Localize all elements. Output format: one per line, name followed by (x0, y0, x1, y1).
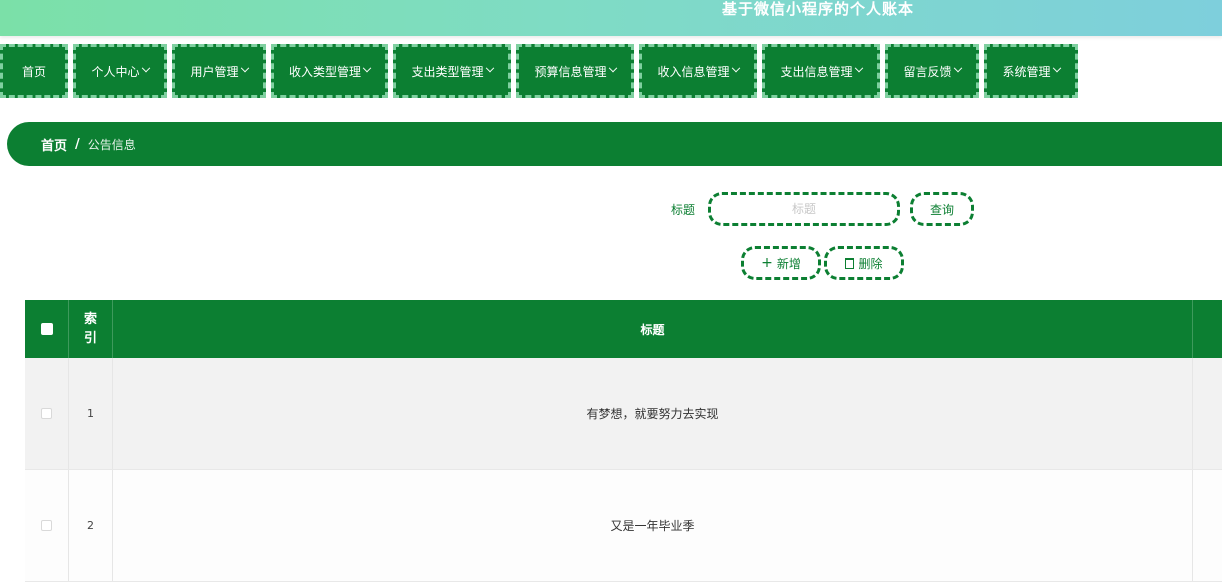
table-header: 索 引 标题 (25, 300, 1222, 358)
nav-item-label: 系统管理 (1002, 64, 1051, 79)
header-index-line1: 索 (83, 312, 97, 327)
table-row[interactable]: 2 又是一年毕业季 (25, 470, 1222, 582)
nav-item-label: 支出类型管理 (411, 64, 484, 79)
header-select-all-cell (25, 300, 69, 358)
nav-item-label: 首页 (21, 64, 46, 79)
breadcrumb: 首页 / 公告信息 (7, 122, 1222, 166)
nav-item-label: 收入类型管理 (288, 64, 361, 79)
announcement-table: 索 引 标题 1 有梦想，就要努力去实现 2 又是一年毕业季 (25, 300, 1222, 582)
delete-button-label: 删除 (858, 256, 883, 271)
nav-item-budget-info[interactable]: 预算信息管理 (516, 44, 634, 98)
nav-item-label: 预算信息管理 (534, 64, 607, 79)
nav-item-label: 个人中心 (91, 64, 140, 79)
header-index: 索 引 (69, 300, 113, 358)
chevron-down-icon (485, 63, 494, 73)
table-row[interactable]: 1 有梦想，就要努力去实现 (25, 358, 1222, 470)
add-button-label: 新增 (776, 256, 801, 271)
search-title-label: 标题 (671, 203, 696, 217)
chevron-down-icon (362, 63, 372, 73)
delete-button[interactable]: 删除 (824, 246, 904, 280)
select-all-checkbox[interactable] (40, 323, 53, 335)
row-check-cell (25, 470, 69, 581)
chevron-down-icon (854, 63, 863, 73)
row-title: 有梦想，就要努力去实现 (113, 358, 1193, 469)
plus-icon: + (761, 255, 773, 271)
header-index-line2: 引 (83, 331, 97, 346)
nav-item-label: 留言反馈 (903, 64, 952, 79)
row-extra (1193, 470, 1222, 581)
nav-item-income-type[interactable]: 收入类型管理 (271, 44, 388, 98)
chevron-down-icon (141, 63, 150, 73)
breadcrumb-separator: / (75, 136, 80, 152)
row-index: 1 (69, 358, 113, 469)
query-button[interactable]: 查询 (910, 192, 974, 226)
chevron-down-icon (1052, 63, 1061, 73)
header-title: 标题 (113, 300, 1193, 358)
nav-item-user-management[interactable]: 用户管理 (172, 44, 266, 98)
breadcrumb-current: 公告信息 (87, 137, 136, 152)
query-button-label: 查询 (929, 202, 954, 217)
row-check-cell (25, 358, 69, 469)
nav-item-home[interactable]: 首页 (0, 44, 68, 98)
top-header: 基于微信小程序的个人账本 (0, 0, 1222, 36)
row-extra (1193, 358, 1222, 469)
add-button[interactable]: + 新增 (741, 246, 821, 280)
nav-item-expense-type[interactable]: 支出类型管理 (393, 44, 511, 98)
nav-item-label: 用户管理 (190, 64, 239, 79)
app-title: 基于微信小程序的个人账本 (722, 0, 915, 18)
row-index: 2 (69, 470, 113, 581)
nav-item-feedback[interactable]: 留言反馈 (885, 44, 979, 98)
nav-item-system-management[interactable]: 系统管理 (984, 44, 1078, 98)
chevron-down-icon (731, 63, 740, 73)
trash-icon (845, 257, 855, 269)
nav-item-label: 收入信息管理 (657, 64, 730, 79)
chevron-down-icon (608, 63, 617, 73)
search-title-input[interactable] (708, 192, 900, 226)
nav-item-expense-info[interactable]: 支出信息管理 (762, 44, 880, 98)
chevron-down-icon (240, 63, 249, 73)
row-checkbox[interactable] (41, 408, 52, 419)
nav-item-label: 支出信息管理 (780, 64, 853, 79)
header-extra (1193, 300, 1222, 358)
row-title: 又是一年毕业季 (113, 470, 1193, 581)
breadcrumb-home-link[interactable]: 首页 (41, 135, 67, 154)
nav-item-income-info[interactable]: 收入信息管理 (639, 44, 757, 98)
nav-item-personal-center[interactable]: 个人中心 (73, 44, 167, 98)
row-checkbox[interactable] (41, 520, 52, 531)
chevron-down-icon (953, 63, 962, 73)
